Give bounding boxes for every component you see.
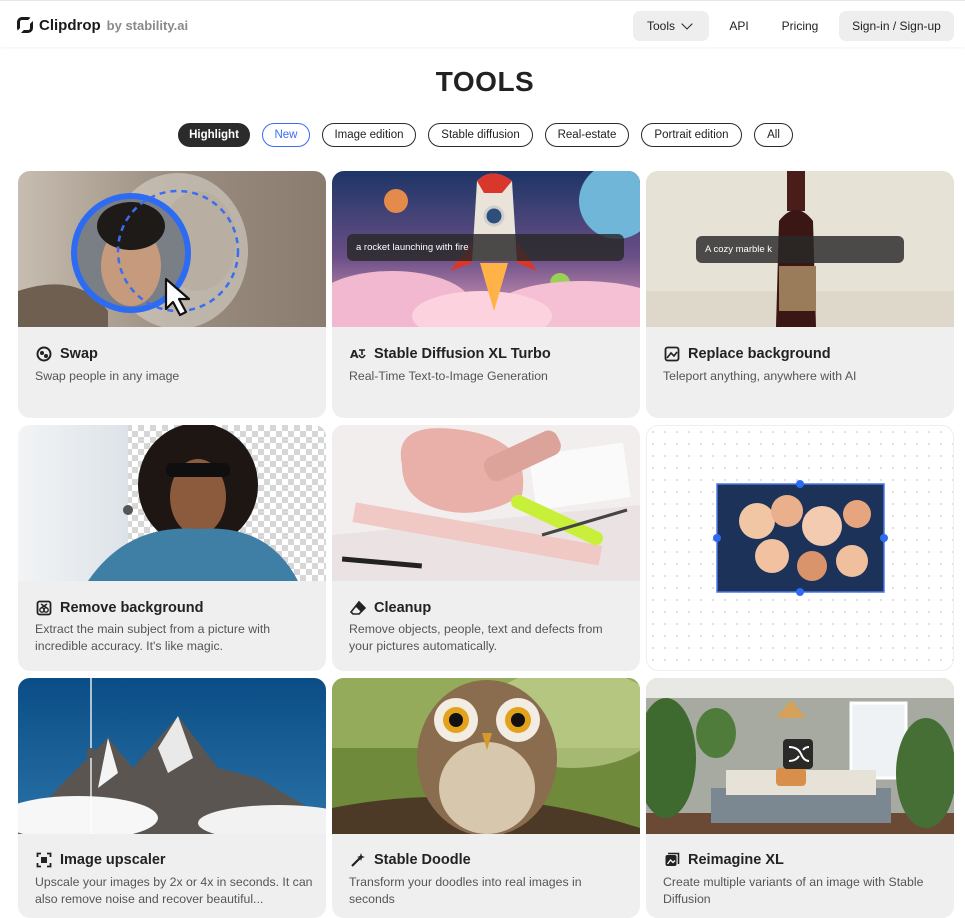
remove-background-preview-image xyxy=(18,425,326,581)
cleanup-preview-image xyxy=(332,425,640,581)
text-to-image-icon: A xyxy=(350,348,366,361)
filter-chip-image-edition[interactable]: Image edition xyxy=(322,123,416,147)
tools-menu-button[interactable]: Tools xyxy=(633,11,709,41)
owl-preview-image xyxy=(332,678,640,834)
signin-button[interactable]: Sign-in / Sign-up xyxy=(839,11,954,41)
prompt-overlay: a rocket launching with fire xyxy=(347,234,624,261)
tools-menu-label: Tools xyxy=(647,19,676,33)
bedroom-preview-image xyxy=(646,678,954,834)
remove-background-icon xyxy=(36,600,52,616)
filter-chip-real-estate[interactable]: Real-estate xyxy=(545,123,629,147)
card-description: Transform your doodles into real images … xyxy=(349,875,582,906)
svg-text:A: A xyxy=(350,348,359,361)
tool-card-reimagine-xl[interactable]: Reimagine XL Create multiple variants of… xyxy=(646,678,954,918)
card-title: Remove background xyxy=(60,600,204,616)
chevron-down-icon xyxy=(681,18,693,30)
mountain-preview-image xyxy=(18,678,326,834)
replace-background-icon xyxy=(664,346,680,362)
card-description: Upscale your images by 2x or 4x in secon… xyxy=(35,875,313,906)
logo-by-stability: by stability.ai xyxy=(106,17,189,33)
filter-chip-stable-diffusion[interactable]: Stable diffusion xyxy=(428,123,533,147)
tool-card-uncrop[interactable] xyxy=(646,425,954,671)
card-title: Stable Diffusion XL Turbo xyxy=(374,346,551,362)
card-description: Remove objects, people, text and defects… xyxy=(349,622,603,653)
wine-bottle-preview-image: A cozy marble k xyxy=(646,171,954,327)
card-description: Teleport anything, anywhere with AI xyxy=(663,369,857,383)
card-description: Extract the main subject from a picture … xyxy=(35,622,271,653)
prompt-overlay: A cozy marble k xyxy=(696,236,904,263)
api-link[interactable]: API xyxy=(722,11,756,41)
swap-icon xyxy=(36,346,52,362)
upscale-icon xyxy=(36,852,52,868)
tool-card-image-upscaler[interactable]: Image upscaler Upscale your images by 2x… xyxy=(18,678,326,918)
uncrop-preview-image xyxy=(647,426,953,670)
page-title: TOOLS xyxy=(435,66,535,97)
card-title: Cleanup xyxy=(374,600,432,616)
filter-chip-new[interactable]: New xyxy=(262,123,310,147)
tool-card-remove-background[interactable]: Remove background Extract the main subje… xyxy=(18,425,326,671)
card-title: Stable Doodle xyxy=(374,852,471,868)
card-description: Swap people in any image xyxy=(35,369,180,383)
tool-card-sdxl-turbo[interactable]: a rocket launching with fire A Stable Di… xyxy=(332,171,640,418)
tool-card-stable-doodle[interactable]: Stable Doodle Transform your doodles int… xyxy=(332,678,640,918)
clipdrop-logo[interactable]: Clipdrop by stability.ai xyxy=(17,15,188,35)
eraser-icon xyxy=(350,600,366,615)
top-navigation-bar: Clipdrop by stability.ai Tools API Prici… xyxy=(0,0,965,47)
magic-wand-icon xyxy=(351,853,365,867)
card-title: Replace background xyxy=(688,346,831,362)
card-title: Swap xyxy=(60,346,98,362)
clipdrop-logo-icon xyxy=(17,17,33,33)
card-title: Reimagine XL xyxy=(688,852,784,868)
card-description: Create multiple variants of an image wit… xyxy=(663,875,924,906)
swap-preview-image xyxy=(18,171,326,327)
logo-name: Clipdrop xyxy=(39,16,101,34)
filter-chip-highlight[interactable]: Highlight xyxy=(178,123,250,147)
tool-card-swap[interactable]: Swap Swap people in any image xyxy=(18,171,326,418)
tool-card-cleanup[interactable]: Cleanup Remove objects, people, text and… xyxy=(332,425,640,671)
reimagine-icon xyxy=(665,852,680,866)
tool-card-replace-background[interactable]: A cozy marble k Replace background Telep… xyxy=(646,171,954,418)
filter-chip-all[interactable]: All xyxy=(754,123,793,147)
card-description: Real-Time Text-to-Image Generation xyxy=(349,369,548,383)
card-title: Image upscaler xyxy=(60,852,166,868)
filter-chip-portrait-edition[interactable]: Portrait edition xyxy=(641,123,742,147)
pricing-link[interactable]: Pricing xyxy=(773,11,827,41)
rocket-preview-image: a rocket launching with fire xyxy=(332,171,640,327)
